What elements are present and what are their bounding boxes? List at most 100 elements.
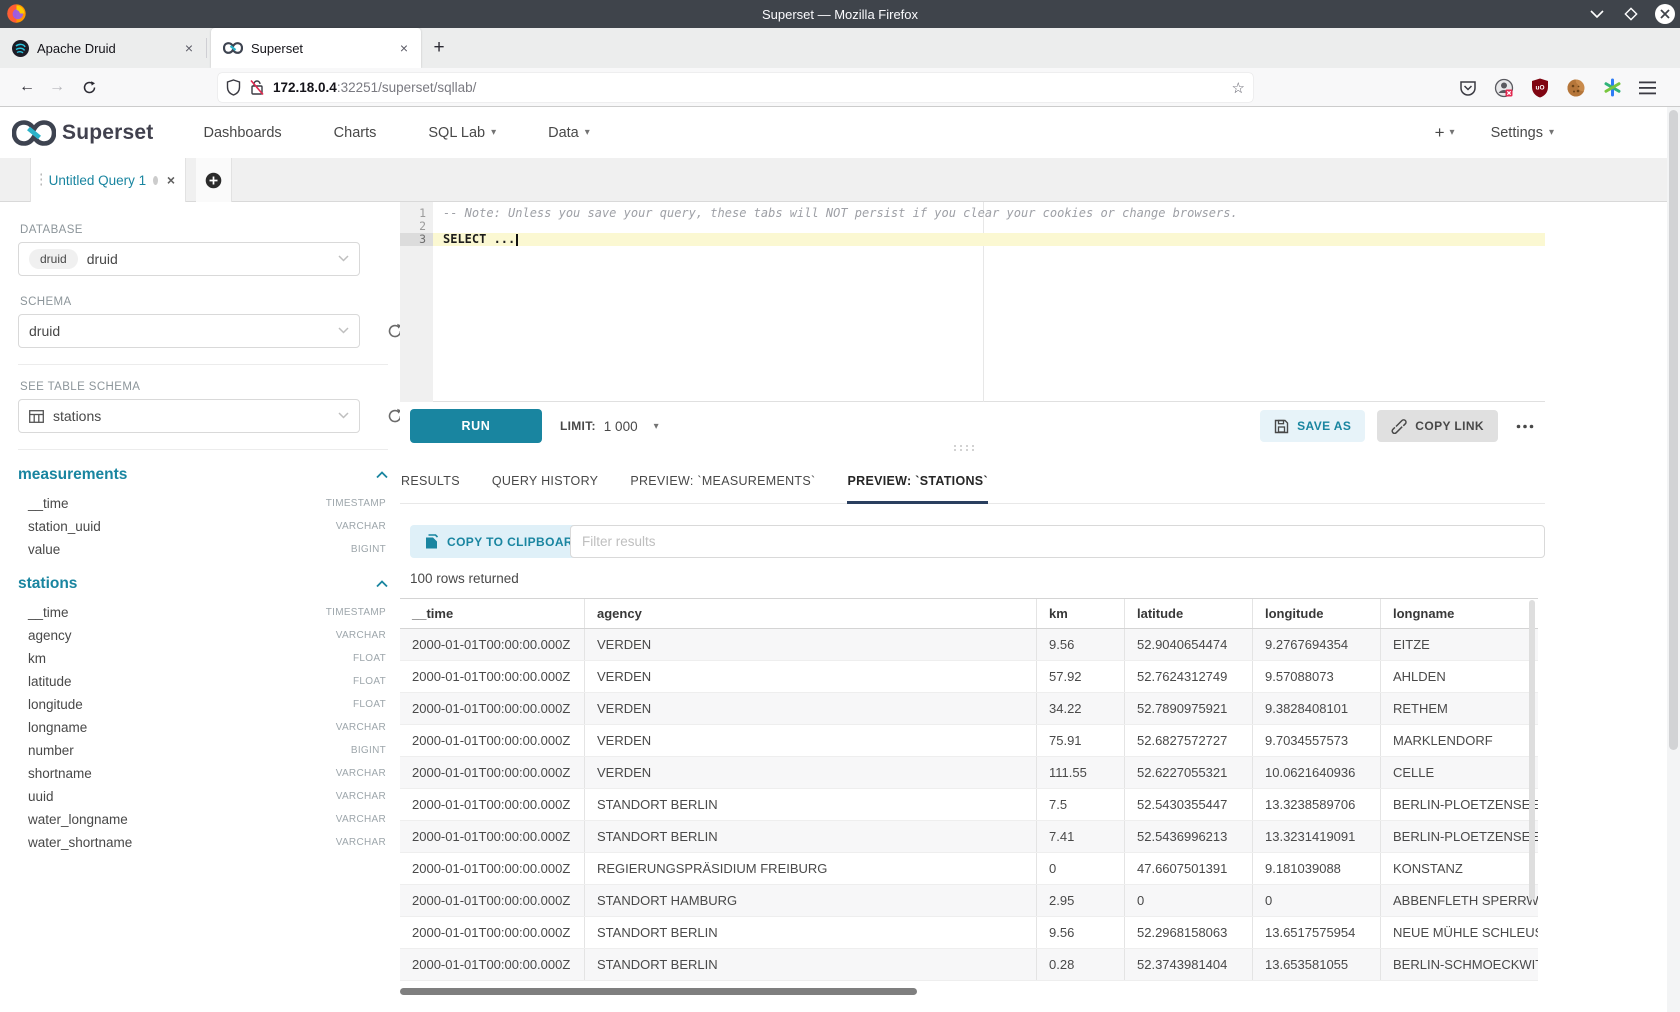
browser-tab-apache-druid[interactable]: Apache Druid × [0, 28, 206, 68]
nav-sql-lab[interactable]: SQL Lab▾ [402, 125, 522, 141]
pocket-icon[interactable] [1459, 79, 1477, 97]
column-type: BIGINT [351, 544, 386, 555]
superset-header: Superset Dashboards Charts SQL Lab▾ Data… [0, 107, 1680, 158]
cell-agency: REGIERUNGSPRÄSIDIUM FREIBURG [585, 853, 1037, 884]
tab-preview-measurements[interactable]: PREVIEW: `MEASUREMENTS` [630, 458, 815, 504]
column-type: FLOAT [353, 653, 386, 664]
add-query-tab-button[interactable] [196, 158, 232, 202]
column-type: FLOAT [353, 699, 386, 710]
sql-editor[interactable]: 1 2 3 -- Note: Unless you save your quer… [400, 202, 1545, 402]
browser-tabstrip: Apache Druid × Superset × + [0, 28, 1680, 68]
nav-data[interactable]: Data▾ [522, 125, 616, 141]
results-table-header: __time agency km latitude longitude long… [400, 598, 1538, 629]
results-tab-bar: RESULTS QUERY HISTORY PREVIEW: `MEASUREM… [400, 458, 1545, 504]
ublock-icon[interactable]: uO [1531, 78, 1549, 98]
chevron-down-icon [338, 412, 349, 419]
reload-button[interactable] [72, 80, 106, 95]
header-cell[interactable]: longitude [1253, 599, 1381, 628]
pane-resize-handle[interactable] [952, 444, 978, 451]
settings-menu[interactable]: Settings▾ [1491, 125, 1554, 141]
window-close-button[interactable] [1654, 3, 1676, 25]
cell-time: 2000-01-01T00:00:00.000Z [400, 949, 585, 980]
table-schema-select[interactable]: stations [18, 399, 360, 433]
collapse-chevron-up-icon[interactable] [376, 580, 388, 588]
column-name: km [28, 651, 46, 666]
tab-close-icon[interactable]: × [397, 40, 411, 56]
cell-km: 9.56 [1037, 917, 1125, 948]
table-icon [29, 410, 44, 423]
url-bar[interactable]: 172.18.0.4:32251/superset/sqllab/ ☆ [218, 73, 1253, 102]
hamburger-menu-icon[interactable] [1639, 81, 1656, 95]
query-tab-close-icon[interactable]: × [167, 172, 175, 188]
divider [18, 449, 388, 450]
page-scrollbar-thumb[interactable] [1669, 110, 1678, 750]
filter-results-input[interactable] [570, 525, 1545, 558]
column-name: value [28, 542, 60, 557]
druid-favicon [12, 40, 29, 57]
column-row: water_shortname VARCHAR [18, 831, 388, 854]
window-maximize-button[interactable] [1620, 3, 1642, 25]
account-icon[interactable] [1494, 78, 1514, 98]
editor-toolbar: RUN LIMIT: 1 000 ▾ SAVE AS COPY LINK [400, 402, 1545, 450]
forward-button[interactable]: → [42, 78, 72, 96]
drag-handle-icon[interactable] [39, 172, 42, 188]
cell-longitude: 9.2767694354 [1253, 629, 1381, 660]
browser-tab-superset[interactable]: Superset × [211, 28, 421, 68]
tab-preview-stations[interactable]: PREVIEW: `STATIONS` [847, 458, 987, 504]
back-button[interactable]: ← [12, 78, 42, 96]
cell-longname: RETHEM [1381, 693, 1538, 724]
copy-link-button[interactable]: COPY LINK [1377, 410, 1498, 442]
table-row: 2000-01-01T00:00:00.000Z REGIERUNGSPRÄSI… [400, 853, 1538, 885]
header-cell[interactable]: longname [1381, 599, 1538, 628]
column-type: VARCHAR [336, 722, 386, 733]
table-row: 2000-01-01T00:00:00.000Z VERDEN 34.22 52… [400, 693, 1538, 725]
horizontal-scrollbar-thumb[interactable] [400, 988, 917, 995]
column-list: __time TIMESTAMP agency VARCHAR km FLOAT [18, 601, 388, 854]
save-as-button[interactable]: SAVE AS [1260, 410, 1365, 442]
nav-dashboards[interactable]: Dashboards [177, 125, 307, 141]
table-title[interactable]: measurements [18, 466, 127, 484]
column-name: __time [28, 496, 69, 511]
nav-charts[interactable]: Charts [308, 125, 403, 141]
database-select[interactable]: druid druid [18, 242, 360, 276]
text-cursor [516, 234, 518, 246]
copy-to-clipboard-button[interactable]: COPY TO CLIPBOARD [410, 525, 597, 558]
tab-close-icon[interactable]: × [182, 40, 196, 56]
page-scrollbar[interactable] [1667, 107, 1680, 1012]
bookmark-star-icon[interactable]: ☆ [1232, 79, 1245, 97]
more-options-button[interactable] [1510, 410, 1540, 442]
window-minimize-button[interactable] [1586, 3, 1608, 25]
results-table-body: 2000-01-01T00:00:00.000Z VERDEN 9.56 52.… [400, 629, 1538, 981]
header-cell[interactable]: km [1037, 599, 1125, 628]
tab-query-history[interactable]: QUERY HISTORY [492, 458, 598, 504]
extension-asterisk-icon[interactable] [1603, 78, 1622, 97]
column-type: VARCHAR [336, 814, 386, 825]
superset-brand[interactable]: Superset [62, 121, 153, 145]
run-button[interactable]: RUN [410, 409, 542, 443]
shield-permissions-icon[interactable] [226, 79, 241, 96]
insecure-lock-icon[interactable] [249, 79, 265, 96]
cookie-icon[interactable] [1566, 78, 1586, 98]
schema-select[interactable]: druid [18, 314, 360, 348]
table-title[interactable]: stations [18, 575, 77, 593]
rows-returned-text: 100 rows returned [410, 571, 519, 586]
schema-label: SCHEMA [20, 296, 388, 308]
url-text: 172.18.0.4:32251/superset/sqllab/ [273, 80, 1224, 95]
cell-longitude: 13.3238589706 [1253, 789, 1381, 820]
new-tab-button[interactable]: + [421, 28, 457, 68]
tab-results[interactable]: RESULTS [401, 458, 460, 504]
new-dropdown-button[interactable]: +▾ [1435, 123, 1455, 143]
header-cell[interactable]: agency [585, 599, 1037, 628]
column-row: longname VARCHAR [18, 716, 388, 739]
column-list: __time TIMESTAMP station_uuid VARCHAR va… [18, 492, 388, 561]
query-tab-untitled-query-1[interactable]: Untitled Query 1 × [30, 158, 186, 202]
limit-dropdown[interactable]: LIMIT: 1 000 ▾ [560, 402, 659, 450]
url-host: 172.18.0.4 [273, 80, 337, 95]
header-cell[interactable]: __time [400, 599, 585, 628]
sqllab-sidebar: DATABASE druid druid SCHEMA druid SEE TA… [18, 202, 388, 854]
collapse-chevron-up-icon[interactable] [376, 471, 388, 479]
caret-down-icon: ▾ [1450, 127, 1455, 138]
table-vertical-scrollbar-thumb[interactable] [1529, 600, 1535, 900]
cell-longitude: 13.653581055 [1253, 949, 1381, 980]
header-cell[interactable]: latitude [1125, 599, 1253, 628]
